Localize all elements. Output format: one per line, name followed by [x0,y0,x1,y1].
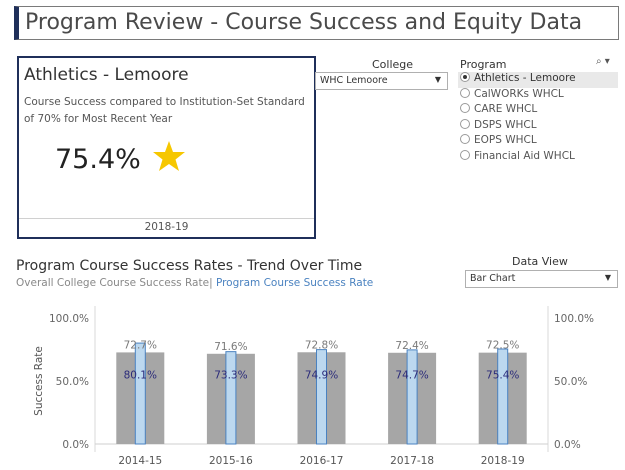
overall-rate-label: 72.5% [486,340,519,352]
page-title: Program Review - Course Success and Equi… [25,10,583,35]
y-tick-label-right: 100.0% [554,313,594,325]
y-tick-label-left: 50.0% [56,376,89,388]
program-radio-list: Athletics - Lemoore CalWORKs WHCL CARE WHC… [458,72,618,165]
program-rate-bar [134,342,146,445]
data-view-label: Data View [512,255,568,268]
kpi-description: Course Success compared to Institution-S… [24,96,305,125]
overall-rate-label: 72.4% [395,340,428,352]
program-rate-label: 73.3% [214,370,247,382]
program-filter-label: Program [460,58,507,71]
program-option-label: DSPS WHCL [474,118,537,131]
overall-rate-label: 72.7% [124,339,157,351]
success-rate-chart: 0.0% 0.0% 50.0% 50.0% 100.0% 100.0% Success Ra… [33,306,594,467]
program-rate-bar [497,348,509,445]
overall-rate-label: 72.8% [305,339,338,351]
search-icon[interactable]: ⌕ ▾ [596,56,610,67]
program-option[interactable]: CARE WHCL [458,103,618,119]
program-rate-bar [406,349,418,445]
x-tick-label: 2016-17 [300,455,344,467]
program-option[interactable]: EOPS WHCL [458,134,618,150]
legend-program: Program Course Success Rate [215,277,374,289]
chevron-down-icon: ▼ [604,273,611,282]
program-option-label: Financial Aid WHCL [474,149,575,162]
y-axis-label: Success Rate [33,346,45,416]
radio-icon[interactable] [460,149,470,160]
legend-overall: Overall College Course Success Rate [16,277,210,289]
data-view-dropdown[interactable]: Bar Chart ▼ [465,270,618,288]
program-rate-bar [316,349,327,445]
x-tick-label: 2014-15 [118,455,162,467]
radio-icon[interactable] [460,87,470,98]
x-tick-label: 2018-19 [481,455,525,467]
y-tick-label-right: 50.0% [554,376,587,388]
program-option[interactable]: Athletics - Lemoore [458,72,618,88]
program-rate-label: 74.7% [395,370,428,382]
y-tick-label-left: 0.0% [62,439,89,451]
y-tick-label-left: 100.0% [49,313,89,325]
radio-icon[interactable] [460,118,470,129]
header-bar: Program Review - Course Success and Equi… [14,6,619,40]
college-filter-label: College [372,58,414,71]
star-icon [153,141,185,171]
program-option[interactable]: Financial Aid WHCL [458,149,618,166]
overall-rate-label: 71.6% [214,341,247,353]
kpi-card: Athletics - Lemoore Course Success compa… [17,56,316,239]
radio-icon[interactable] [460,134,470,144]
college-dropdown[interactable]: WHC Lemoore ▼ [315,72,448,90]
radio-icon[interactable] [460,103,470,113]
program-option-label: Athletics - Lemoore [474,72,576,84]
program-rate-label: 75.4% [486,370,519,382]
y-tick-label-right: 0.0% [554,439,581,451]
kpi-program-name: Athletics - Lemoore [24,65,189,85]
radio-icon[interactable] [460,72,470,82]
chart-legend: Overall College Course Success Rate| Pro… [16,277,373,289]
legend-separator: | [209,277,216,289]
kpi-year: 2018-19 [144,221,189,233]
program-option-label: CalWORKs WHCL [474,87,564,100]
data-view-dropdown-value: Bar Chart [470,273,516,284]
x-tick-label: 2015-16 [209,455,253,467]
program-option[interactable]: CalWORKs WHCL [458,87,618,104]
chevron-down-icon: ▼ [434,75,441,84]
program-rate-label: 80.1% [124,370,157,382]
program-rate-bar [225,351,237,445]
trend-title: Program Course Success Rates - Trend Ove… [16,258,363,274]
program-option-label: CARE WHCL [474,103,538,115]
college-dropdown-value: WHC Lemoore [320,75,388,86]
program-rate-label: 74.9% [305,370,338,382]
kpi-divider [19,218,314,219]
program-option-label: EOPS WHCL [474,134,537,146]
program-option[interactable]: DSPS WHCL [458,118,618,135]
x-tick-label: 2017-18 [390,455,434,467]
kpi-value: 75.4% [55,144,141,175]
